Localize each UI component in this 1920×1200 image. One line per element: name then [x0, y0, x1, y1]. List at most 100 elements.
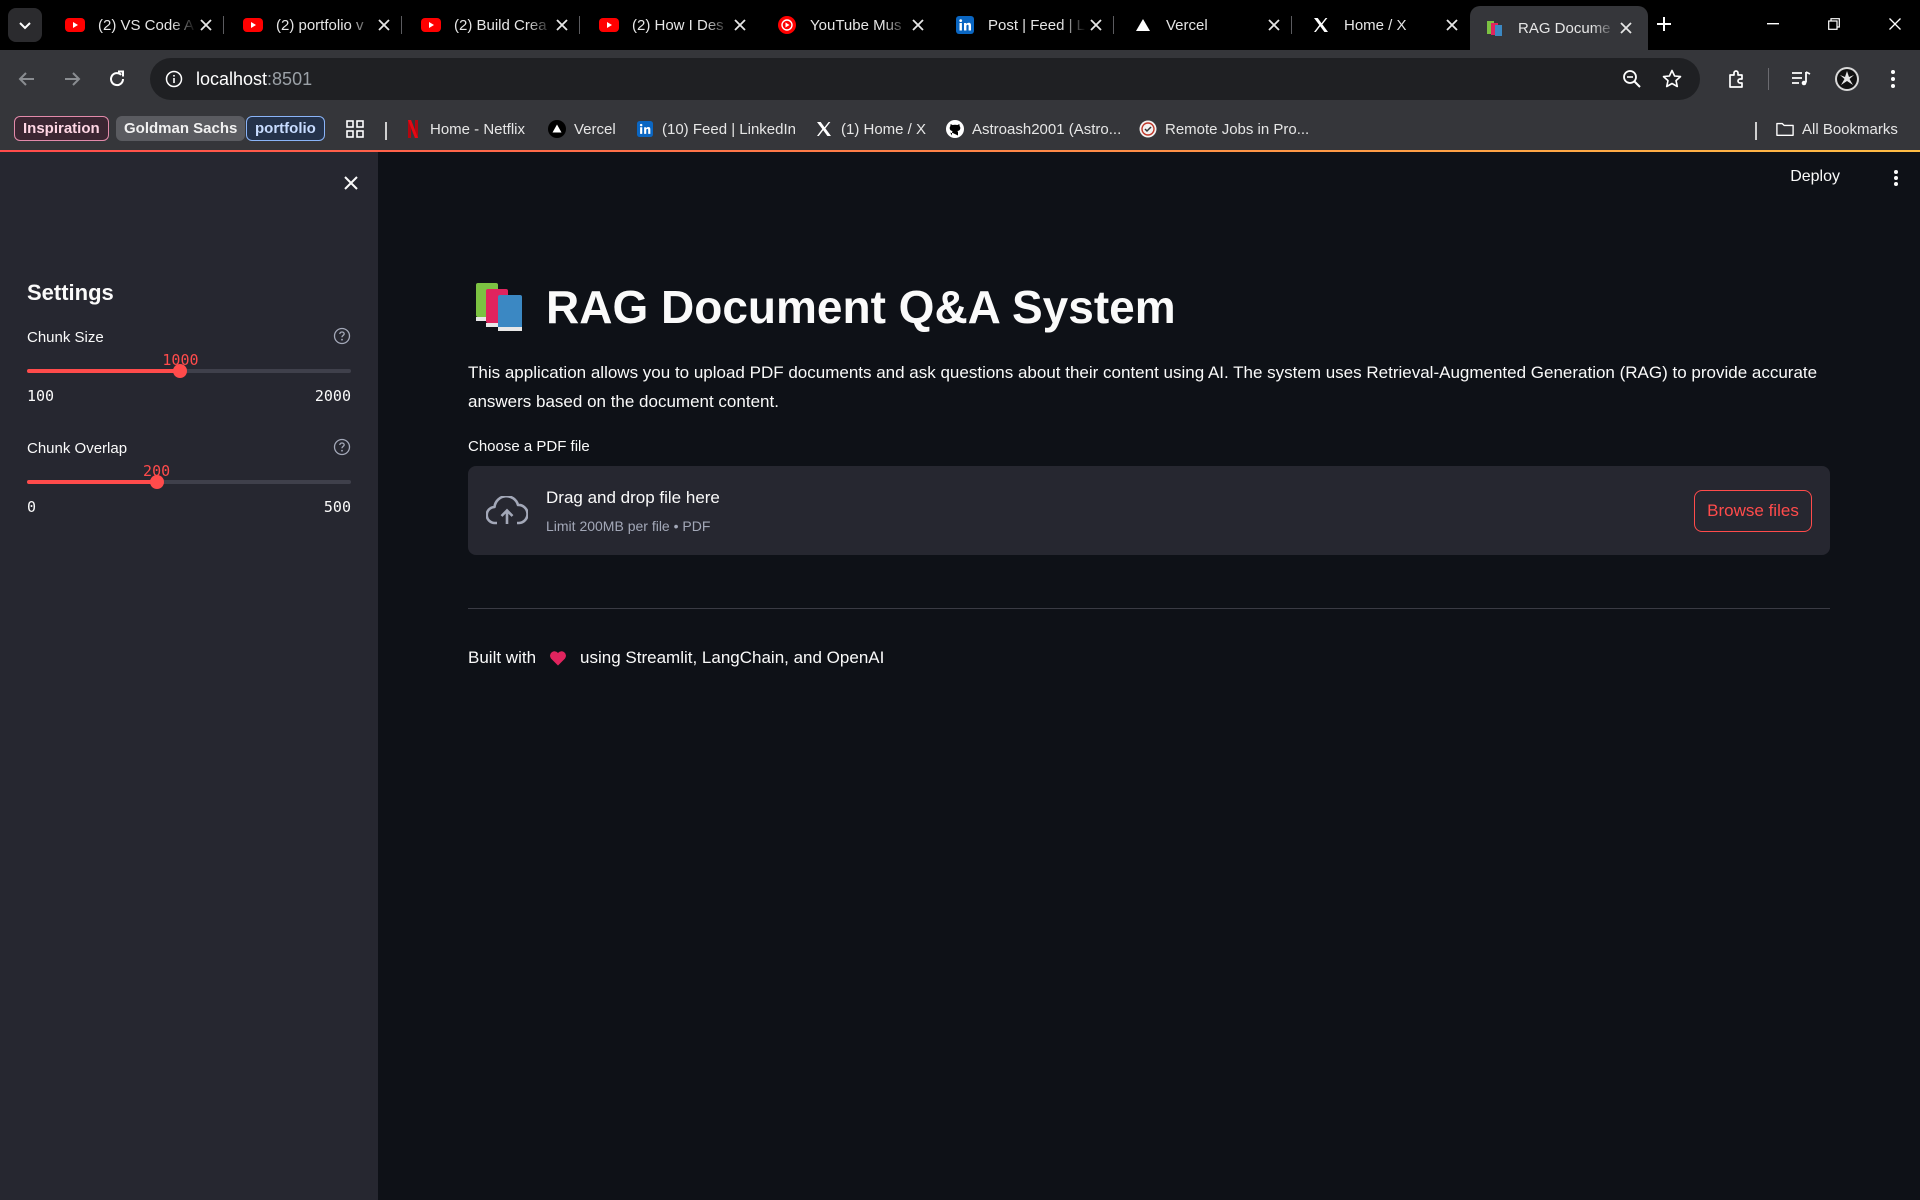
forward-arrow-icon [65, 72, 81, 86]
slider-fill [27, 369, 181, 373]
sidebar-heading: Settings [27, 280, 114, 305]
bookmark-label: Astroash2001 (Astro... [972, 120, 1122, 138]
browser-tab[interactable]: (2) How I Des [584, 6, 762, 44]
vercel-icon [548, 120, 566, 138]
close-icon [1889, 18, 1901, 30]
bookmark-github[interactable]: Astroash2001 (Astro... [946, 116, 1121, 142]
tab-title: Home / X [1344, 16, 1407, 34]
app-menu-button[interactable] [1886, 166, 1906, 190]
close-sidebar-button[interactable] [338, 170, 364, 196]
zoom-icon[interactable] [1620, 67, 1644, 91]
sidebar: Settings Chunk Size 1000 100 2000 Chunk … [0, 152, 378, 1200]
minimize-button[interactable] [1750, 8, 1796, 40]
slider-thumb[interactable] [173, 364, 188, 378]
tab-title: Vercel [1166, 16, 1208, 34]
minimize-icon [1767, 23, 1779, 25]
close-tab-icon[interactable] [1264, 15, 1284, 35]
close-window-button[interactable] [1872, 8, 1918, 40]
reload-button[interactable] [102, 64, 132, 94]
bookmark-vercel[interactable]: Vercel [548, 116, 616, 142]
bookmark-star-icon[interactable] [1660, 67, 1684, 91]
close-tab-icon[interactable] [552, 15, 572, 35]
back-arrow-icon [18, 72, 34, 86]
browser-tab[interactable]: (2) portfolio v [228, 6, 406, 44]
tab-search-button[interactable] [8, 8, 42, 42]
plus-icon [1657, 17, 1671, 31]
back-button[interactable] [12, 64, 42, 94]
all-bookmarks-button[interactable]: All Bookmarks [1776, 116, 1898, 142]
close-tab-icon[interactable] [1616, 18, 1636, 38]
deploy-button[interactable]: Deploy [1790, 168, 1840, 186]
slider-track[interactable] [27, 364, 351, 378]
restore-button[interactable] [1811, 8, 1857, 40]
slider-max: 2000 [314, 387, 351, 405]
bookmark-label: All Bookmarks [1802, 120, 1898, 138]
browser-menu-button[interactable] [1878, 64, 1908, 94]
bookmark-x[interactable]: (1) Home / X [815, 116, 926, 142]
slider-fill [27, 480, 157, 484]
toolbar-separator [1768, 68, 1769, 90]
browser-tab[interactable]: Vercel [1118, 6, 1296, 44]
browser-tab-active[interactable]: RAG Docume [1470, 6, 1648, 50]
divider [468, 608, 1830, 609]
x-icon [1310, 16, 1332, 34]
file-dropzone[interactable]: Drag and drop file here Limit 200MB per … [468, 466, 1830, 555]
kebab-menu-icon [1891, 70, 1895, 88]
apps-grid-button[interactable] [346, 116, 364, 142]
bookmark-group-portfolio[interactable]: portfolio [246, 116, 325, 141]
forward-button[interactable] [57, 64, 87, 94]
slider-min: 0 [27, 498, 37, 516]
bookmark-separator [1755, 122, 1757, 140]
browser-tab[interactable]: (2) Build Crea [406, 6, 584, 44]
tab-title: (2) VS Code A [98, 16, 194, 34]
youtube-icon [242, 16, 264, 34]
bookmark-label: (10) Feed | LinkedIn [662, 120, 796, 138]
close-tab-icon[interactable] [908, 15, 928, 35]
extensions-button[interactable] [1722, 64, 1752, 94]
close-tab-icon[interactable] [730, 15, 750, 35]
dropzone-title: Drag and drop file here [546, 488, 720, 507]
slider-thumb[interactable] [149, 475, 164, 489]
new-tab-button[interactable] [1650, 10, 1678, 38]
close-tab-icon[interactable] [196, 15, 216, 35]
profile-avatar[interactable] [1832, 64, 1862, 94]
slider-min: 100 [27, 387, 55, 405]
page-title: RAG Document Q&A System [474, 280, 1176, 334]
footer-before: Built with [468, 648, 537, 667]
browser-tab[interactable]: YouTube Mus [762, 6, 940, 44]
url-text[interactable]: localhost:8501 [196, 69, 312, 90]
bookmark-remote-jobs[interactable]: Remote Jobs in Pro... [1139, 116, 1309, 142]
intro-paragraph: This application allows you to upload PD… [468, 363, 1818, 411]
address-bar[interactable]: localhost:8501 [150, 58, 1700, 100]
browser-tab[interactable]: Post | Feed | L [940, 6, 1118, 44]
linkedin-icon [636, 120, 654, 138]
remote-jobs-icon [1139, 120, 1157, 138]
puzzle-icon [1729, 70, 1743, 88]
close-tab-icon[interactable] [374, 15, 394, 35]
bookmark-group-inspiration[interactable]: Inspiration [14, 116, 109, 141]
browser-toolbar: localhost:8501 [0, 50, 1920, 108]
slider-track[interactable] [27, 475, 351, 489]
slider-label: Chunk Overlap [27, 440, 128, 457]
bookmark-group-goldman-sachs[interactable]: Goldman Sachs [116, 116, 246, 141]
bookmark-netflix[interactable]: Home - Netflix [404, 116, 525, 142]
close-tab-icon[interactable] [1086, 15, 1106, 35]
site-info-icon[interactable] [162, 67, 186, 91]
tab-separator [223, 16, 224, 34]
close-tab-icon[interactable] [1442, 15, 1462, 35]
help-icon[interactable] [333, 327, 351, 345]
media-controls-button[interactable] [1786, 64, 1816, 94]
bookmark-linkedin[interactable]: (10) Feed | LinkedIn [636, 116, 796, 142]
tab-title: (2) How I Des [632, 16, 724, 34]
help-icon[interactable] [333, 438, 351, 456]
tab-strip: (2) VS Code A (2) portfolio v (2) Build … [0, 0, 1920, 50]
tab-title: Post | Feed | L [988, 16, 1086, 34]
browse-files-button[interactable]: Browse files [1694, 490, 1812, 532]
footer-text: Built with using Streamlit, LangChain, a… [468, 648, 884, 668]
slider-max: 500 [323, 498, 351, 516]
browser-tab[interactable]: Home / X [1296, 6, 1474, 44]
playlist-icon [1792, 71, 1811, 86]
bookmark-label: Home - Netflix [430, 120, 526, 138]
tab-title: (2) Build Crea [454, 16, 547, 34]
browser-tab[interactable]: (2) VS Code A [50, 6, 228, 44]
